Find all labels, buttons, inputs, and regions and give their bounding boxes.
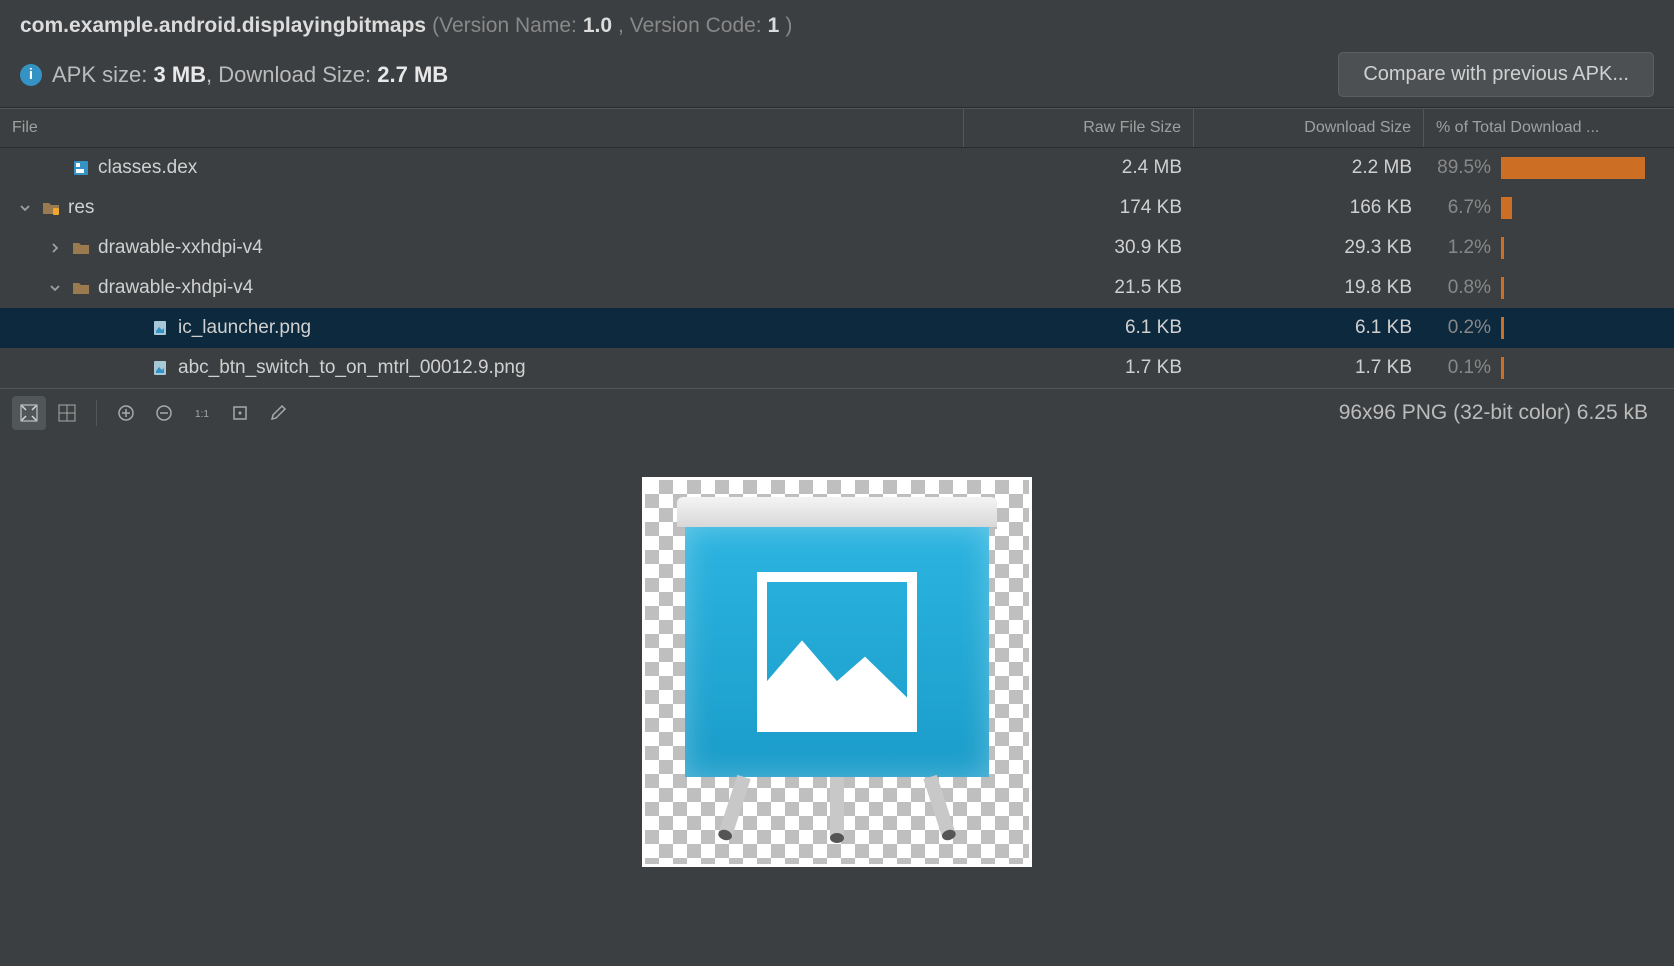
download-size-label: Download Size: — [218, 62, 377, 87]
apk-size-value: 3 MB — [153, 62, 206, 87]
zoom-in-button[interactable] — [109, 396, 143, 430]
pct-text: 6.7% — [1436, 197, 1491, 219]
folder-icon — [72, 239, 90, 257]
pct-text: 0.1% — [1436, 357, 1491, 379]
file-name: ic_launcher.png — [178, 317, 311, 339]
raw-size: 30.9 KB — [964, 231, 1194, 265]
dex-icon — [72, 159, 90, 177]
version-code: 1 — [768, 14, 780, 38]
col-file[interactable]: File — [0, 109, 964, 147]
package-name: com.example.android.displayingbitmaps — [20, 14, 426, 38]
fit-to-window-button[interactable] — [12, 396, 46, 430]
col-raw-size[interactable]: Raw File Size — [964, 109, 1194, 147]
table-row[interactable]: ic_launcher.png 6.1 KB6.1 KB 0.2% — [0, 308, 1674, 348]
table-row[interactable]: abc_btn_switch_to_on_mtrl_00012.9.png 1.7… — [0, 348, 1674, 388]
file-table: File Raw File Size Download Size % of To… — [0, 107, 1674, 388]
pct-text: 0.8% — [1436, 277, 1491, 299]
download-size: 166 KB — [1194, 191, 1424, 225]
toolbar-separator — [96, 400, 97, 426]
pct-bar — [1501, 237, 1662, 259]
preview-info: 96x96 PNG (32-bit color) 6.25 kB — [1339, 401, 1662, 425]
folder-icon — [72, 279, 90, 297]
chevron-down-icon[interactable] — [48, 281, 62, 295]
pct-text: 0.2% — [1436, 317, 1491, 339]
info-icon: i — [20, 64, 42, 86]
version-name-label: (Version Name: — [432, 14, 577, 38]
apk-title: com.example.android.displayingbitmaps (V… — [20, 14, 1654, 38]
raw-size: 174 KB — [964, 191, 1194, 225]
download-size-value: 2.7 MB — [377, 62, 448, 87]
version-name: 1.0 — [583, 14, 612, 38]
apk-size-label: APK size: — [52, 62, 153, 87]
folder-res-icon — [42, 199, 60, 217]
color-picker-button[interactable] — [261, 396, 295, 430]
image-icon — [152, 319, 170, 337]
table-header: File Raw File Size Download Size % of To… — [0, 108, 1674, 148]
zoom-out-button[interactable] — [147, 396, 181, 430]
preview-pane: 1:1 96x96 PNG (32-bit color) 6.25 kB — [0, 388, 1674, 966]
compare-apk-button[interactable]: Compare with previous APK... — [1338, 52, 1654, 97]
table-row[interactable]: drawable-xxhdpi-v4 30.9 KB29.3 KB 1.2% — [0, 228, 1674, 268]
download-size: 29.3 KB — [1194, 231, 1424, 265]
table-row[interactable]: res 174 KB166 KB 6.7% — [0, 188, 1674, 228]
launcher-icon — [677, 497, 997, 847]
table-row[interactable]: drawable-xhdpi-v4 21.5 KB19.8 KB 0.8% — [0, 268, 1674, 308]
table-row[interactable]: classes.dex 2.4 MB2.2 MB 89.5% — [0, 148, 1674, 188]
col-pct-download[interactable]: % of Total Download ... — [1424, 109, 1674, 147]
grid-button[interactable] — [50, 396, 84, 430]
file-name: res — [68, 197, 94, 219]
raw-size: 1.7 KB — [964, 351, 1194, 385]
version-code-label: , Version Code: — [618, 14, 762, 38]
crop-button[interactable] — [223, 396, 257, 430]
close-paren: ) — [785, 14, 792, 38]
raw-size: 2.4 MB — [964, 151, 1194, 185]
file-name: drawable-xhdpi-v4 — [98, 277, 253, 299]
chevron-down-icon[interactable] — [18, 201, 32, 215]
download-size: 6.1 KB — [1194, 311, 1424, 345]
download-size: 1.7 KB — [1194, 351, 1424, 385]
pct-text: 89.5% — [1436, 157, 1491, 179]
chevron-right-icon[interactable] — [48, 241, 62, 255]
pct-text: 1.2% — [1436, 237, 1491, 259]
raw-size: 21.5 KB — [964, 271, 1194, 305]
pct-bar — [1501, 317, 1662, 339]
pct-bar — [1501, 157, 1662, 179]
col-download-size[interactable]: Download Size — [1194, 109, 1424, 147]
preview-toolbar: 1:1 96x96 PNG (32-bit color) 6.25 kB — [0, 389, 1674, 437]
svg-text:1:1: 1:1 — [195, 409, 209, 420]
file-name: classes.dex — [98, 157, 197, 179]
download-size: 19.8 KB — [1194, 271, 1424, 305]
image-icon — [152, 359, 170, 377]
raw-size: 6.1 KB — [964, 311, 1194, 345]
file-name: drawable-xxhdpi-v4 — [98, 237, 263, 259]
pct-bar — [1501, 357, 1662, 379]
pct-bar — [1501, 197, 1662, 219]
actual-size-button[interactable]: 1:1 — [185, 396, 219, 430]
download-size: 2.2 MB — [1194, 151, 1424, 185]
pct-bar — [1501, 277, 1662, 299]
image-preview[interactable] — [642, 477, 1032, 867]
file-name: abc_btn_switch_to_on_mtrl_00012.9.png — [178, 357, 526, 379]
